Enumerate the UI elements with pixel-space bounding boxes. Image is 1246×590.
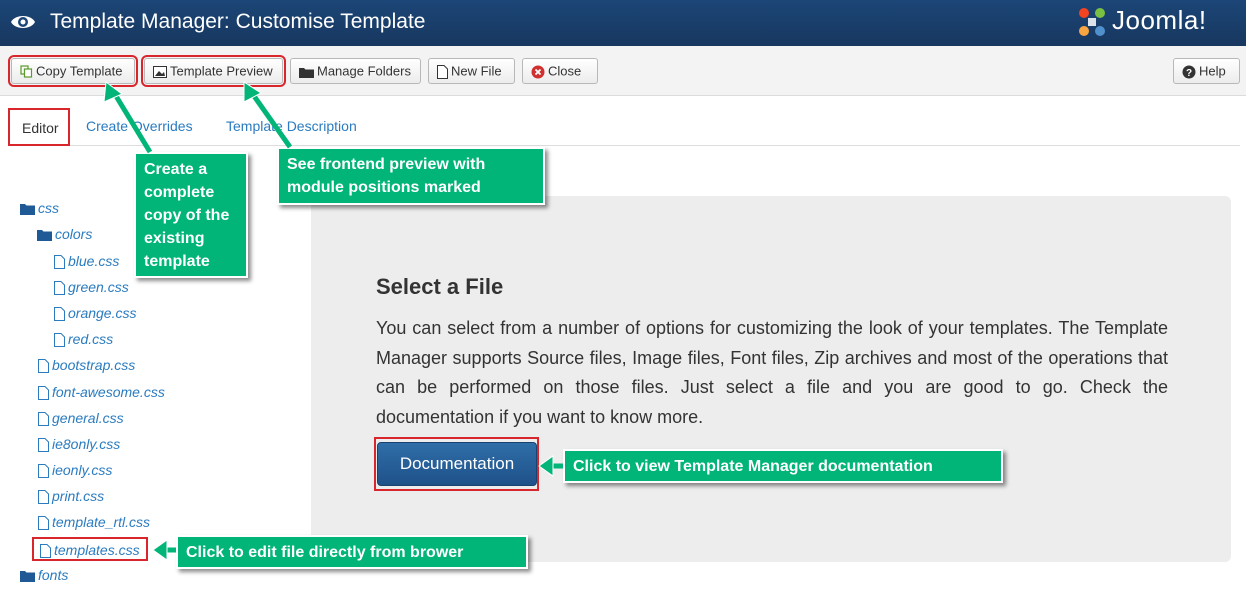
tab-template-description[interactable]: Template Description [214, 108, 369, 146]
brand-name: Joomla! [1112, 5, 1207, 35]
file-icon [54, 281, 65, 296]
eye-icon [11, 16, 35, 28]
tree-file-font-awesome[interactable]: font-awesome.css [38, 382, 165, 402]
callout-copy-template: Create a complete copy of the existing t… [134, 152, 248, 278]
tree-file-label: print.css [52, 488, 105, 504]
folder-icon [37, 230, 52, 242]
tree-file-ieonly[interactable]: ieonly.css [38, 460, 112, 480]
app-header: Template Manager: Customise Template Joo… [0, 0, 1246, 46]
tree-file-print[interactable]: print.css [38, 486, 104, 506]
file-icon [38, 412, 49, 427]
help-button[interactable]: ? Help [1173, 58, 1240, 84]
tab-bar: Editor Create Overrides Template Descrip… [8, 108, 1240, 146]
copy-template-label: Copy Template [36, 63, 123, 79]
close-icon [531, 65, 545, 79]
documentation-highlight [374, 437, 539, 491]
new-file-button[interactable]: New File [428, 58, 515, 84]
tree-folder-label: fonts [38, 567, 69, 583]
tree-file-label: blue.css [68, 253, 120, 269]
folder-icon [299, 67, 314, 78]
new-file-label: New File [451, 63, 502, 79]
manage-folders-label: Manage Folders [317, 63, 411, 79]
callout-documentation: Click to view Template Manager documenta… [563, 449, 1003, 483]
tree-file-label: template_rtl.css [52, 514, 151, 530]
file-icon [38, 359, 49, 374]
tree-file-templates[interactable]: templates.css [32, 537, 148, 561]
tree-file-label: font-awesome.css [52, 384, 165, 400]
select-file-panel: Select a File You can select from a numb… [311, 196, 1231, 562]
tree-file-ie8only[interactable]: ie8only.css [38, 434, 120, 454]
copy-template-button[interactable]: Copy Template [8, 55, 138, 87]
panel-description: You can select from a number of options … [376, 318, 1168, 427]
file-icon [38, 490, 49, 505]
file-icon [54, 307, 65, 322]
tree-file-label: general.css [52, 410, 124, 426]
template-preview-label: Template Preview [170, 63, 273, 79]
copy-icon [20, 65, 33, 78]
tree-file-label: green.css [68, 279, 129, 295]
image-icon [153, 65, 167, 78]
file-icon [38, 464, 49, 479]
tab-editor[interactable]: Editor [8, 108, 70, 146]
file-icon [38, 386, 49, 401]
tree-file-green[interactable]: green.css [54, 277, 129, 297]
tree-file-label: ieonly.css [52, 462, 113, 478]
tree-file-orange[interactable]: orange.css [54, 303, 136, 323]
tree-file-label: templates.css [54, 542, 140, 558]
tree-file-label: orange.css [68, 305, 137, 321]
callout-edit-file: Click to edit file directly from brower [176, 535, 528, 569]
page-title: Template Manager: Customise Template [50, 10, 426, 33]
file-icon [38, 438, 49, 453]
tree-file-label: bootstrap.css [52, 357, 136, 373]
tree-folder-fonts[interactable]: fonts [20, 565, 68, 585]
template-preview-button[interactable]: Template Preview [141, 55, 286, 87]
help-icon: ? [1182, 65, 1196, 79]
tree-file-red[interactable]: red.css [54, 329, 113, 349]
tree-file-label: ie8only.css [52, 436, 121, 452]
joomla-logo: Joomla! [1074, 3, 1234, 41]
file-icon [54, 255, 65, 270]
tab-create-overrides[interactable]: Create Overrides [74, 108, 205, 146]
file-icon [54, 333, 65, 348]
tree-folder-colors[interactable]: colors [37, 224, 92, 244]
tree-file-label: red.css [68, 331, 114, 347]
callout-template-preview: See frontend preview with module positio… [277, 147, 545, 205]
close-label: Close [548, 63, 582, 79]
folder-icon [20, 571, 35, 583]
tree-file-template-rtl[interactable]: template_rtl.css [38, 512, 150, 532]
file-icon [38, 516, 49, 531]
tree-folder-css[interactable]: css [20, 198, 59, 218]
tree-folder-label: css [38, 200, 59, 216]
close-button[interactable]: Close [522, 58, 598, 84]
tree-folder-label: colors [55, 226, 93, 242]
toolbar: Copy Template Template Preview Manage Fo… [0, 46, 1246, 96]
svg-text:?: ? [1186, 68, 1192, 79]
joomla-logo-icon [1079, 8, 1105, 36]
folder-icon [20, 204, 35, 216]
tree-file-bootstrap[interactable]: bootstrap.css [38, 355, 135, 375]
tree-file-blue[interactable]: blue.css [54, 251, 119, 271]
panel-heading: Select a File [376, 274, 504, 299]
file-icon [40, 544, 51, 559]
arrowhead-edit-file [152, 539, 168, 561]
file-icon [437, 64, 448, 79]
tree-file-general[interactable]: general.css [38, 408, 124, 428]
help-label: Help [1199, 63, 1226, 79]
manage-folders-button[interactable]: Manage Folders [290, 58, 421, 84]
